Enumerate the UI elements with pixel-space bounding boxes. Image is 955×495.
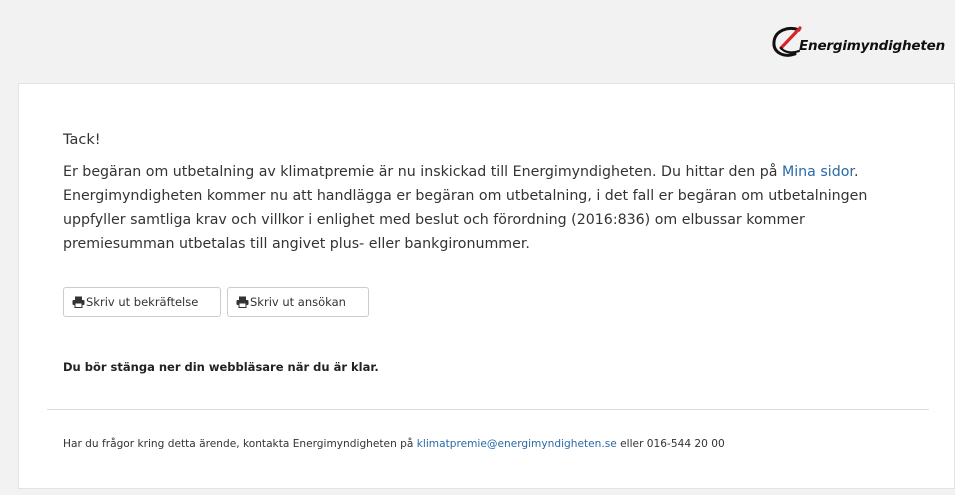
print-confirmation-label: Skriv ut bekräftelse	[86, 295, 199, 309]
page-title: Tack!	[63, 132, 101, 148]
print-application-label: Skriv ut ansökan	[250, 295, 346, 309]
confirmation-card: Tack! Er begäran om utbetalning av klima…	[18, 83, 955, 489]
footer-text-after: eller 016-544 20 00	[616, 438, 725, 450]
message-text-part1: Er begäran om utbetalning av klimatpremi…	[63, 164, 782, 180]
print-confirmation-button[interactable]: Skriv ut bekräftelse	[63, 287, 221, 317]
header-bar: Energimyndigheten	[0, 0, 955, 82]
confirmation-message: Er begäran om utbetalning av klimatpremi…	[63, 160, 913, 256]
energimyndigheten-logo[interactable]: Energimyndigheten	[769, 22, 945, 62]
print-icon	[236, 296, 249, 308]
mina-sidor-link[interactable]: Mina sidor	[782, 164, 854, 180]
logo-text: Energimyndigheten	[799, 38, 945, 54]
print-icon	[72, 296, 85, 308]
divider	[47, 409, 929, 410]
contact-footer: Har du frågor kring detta ärende, kontak…	[63, 438, 725, 450]
close-browser-note: Du bör stänga ner din webbläsare när du …	[63, 360, 379, 374]
footer-text-before: Har du frågor kring detta ärende, kontak…	[63, 438, 417, 450]
email-link[interactable]: klimatpremie@energimyndigheten.se	[417, 438, 617, 450]
print-application-button[interactable]: Skriv ut ansökan	[227, 287, 369, 317]
